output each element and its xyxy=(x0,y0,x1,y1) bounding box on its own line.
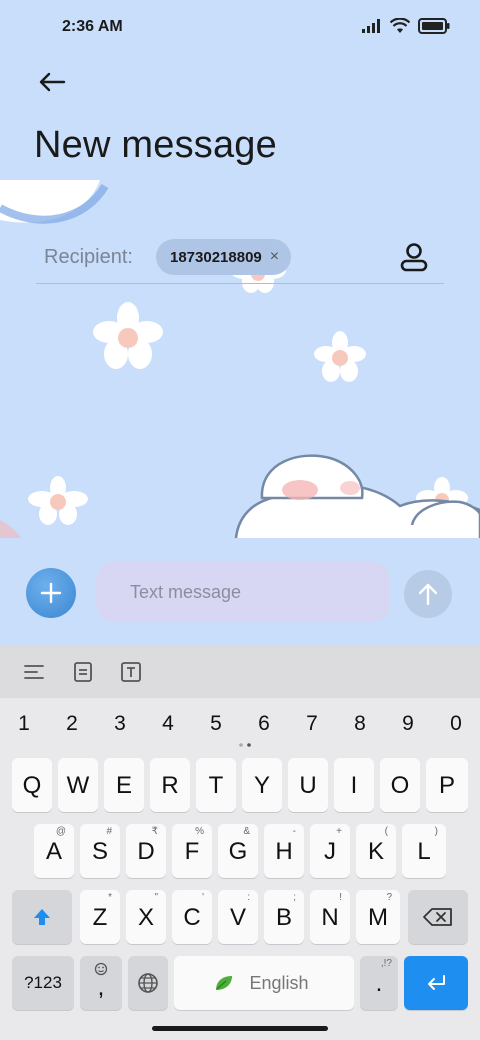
shift-arrow-icon xyxy=(34,909,50,925)
key-y[interactable]: Y xyxy=(242,758,282,812)
enter-key[interactable] xyxy=(404,956,468,1010)
text-format-button[interactable] xyxy=(117,658,145,686)
signal-icon xyxy=(362,19,380,33)
key-p[interactable]: P xyxy=(426,758,468,812)
keyboard: 1 2 3 4 5 6 7 8 9 0 Q W E R T Y U I O P … xyxy=(0,646,480,1040)
key-9[interactable]: 9 xyxy=(388,704,428,744)
recipient-row: Recipient: 18730218809 × xyxy=(36,236,444,284)
arrow-up-icon xyxy=(418,583,438,606)
key-r[interactable]: R xyxy=(150,758,190,812)
page-indicator-dots xyxy=(239,743,251,747)
spacebar[interactable]: English xyxy=(174,956,354,1010)
recipient-chip-number: 18730218809 xyxy=(170,248,262,266)
keyboard-toolbar xyxy=(0,646,480,698)
key-u[interactable]: U xyxy=(288,758,328,812)
send-button[interactable] xyxy=(404,570,452,618)
key-i[interactable]: I xyxy=(334,758,374,812)
text-box-icon xyxy=(121,662,141,682)
key-6[interactable]: 6 xyxy=(244,704,284,744)
key-t[interactable]: T xyxy=(196,758,236,812)
key-q[interactable]: Q xyxy=(12,758,52,812)
key-x[interactable]: " X xyxy=(126,890,166,944)
key-k[interactable]: (K xyxy=(356,824,396,878)
compose-bar xyxy=(0,538,480,646)
key-s[interactable]: # S xyxy=(80,824,120,878)
key-g[interactable]: & G xyxy=(218,824,258,878)
chip-remove-icon[interactable]: × xyxy=(270,248,279,266)
key-1[interactable]: 1 xyxy=(4,704,44,744)
plus-icon xyxy=(40,582,62,604)
emoji-comma-key[interactable]: , xyxy=(80,956,122,1010)
recipient-label: Recipient: xyxy=(44,246,133,268)
battery-icon xyxy=(418,18,450,34)
add-contact-button[interactable] xyxy=(398,241,430,273)
key-z[interactable]: * Z xyxy=(80,890,120,944)
flower xyxy=(93,302,163,369)
home-indicator[interactable] xyxy=(152,1026,328,1031)
key-8[interactable]: 8 xyxy=(340,704,380,744)
number-row: 1 2 3 4 5 6 7 8 9 0 xyxy=(0,704,480,744)
add-attachment-button[interactable] xyxy=(26,568,76,618)
key-3[interactable]: 3 xyxy=(100,704,140,744)
key-o[interactable]: O xyxy=(380,758,420,812)
key-2[interactable]: 2 xyxy=(52,704,92,744)
symbols-key[interactable]: ?123 xyxy=(12,956,74,1010)
backspace-key[interactable] xyxy=(408,890,468,944)
backspace-icon xyxy=(423,908,452,926)
key-w[interactable]: W xyxy=(58,758,98,812)
page-title: New message xyxy=(34,124,277,166)
key-4[interactable]: 4 xyxy=(148,704,188,744)
key-b[interactable]: ; B xyxy=(264,890,304,944)
key-f[interactable]: % F xyxy=(172,824,212,878)
back-button[interactable] xyxy=(32,62,72,102)
enter-arrow-icon xyxy=(428,975,445,990)
status-icons xyxy=(362,18,450,34)
message-input[interactable] xyxy=(96,562,390,622)
shift-key[interactable] xyxy=(12,890,72,944)
key-v[interactable]: :V xyxy=(218,890,258,944)
wallpaper-illustration xyxy=(0,180,480,540)
text-align-button[interactable] xyxy=(20,658,48,686)
key-0[interactable]: 0 xyxy=(436,704,476,744)
key-7[interactable]: 7 xyxy=(292,704,332,744)
key-l[interactable]: ) L xyxy=(402,824,446,878)
status-bar: 2:36 AM xyxy=(0,0,480,56)
align-left-icon xyxy=(24,665,44,679)
status-time: 2:36 AM xyxy=(62,18,123,35)
key-a[interactable]: @ A xyxy=(34,824,74,878)
key-c[interactable]: ' C xyxy=(172,890,212,944)
arrow-left-icon xyxy=(39,72,66,92)
key-h[interactable]: -H xyxy=(264,824,304,878)
key-n[interactable]: ! N xyxy=(310,890,350,944)
key-5[interactable]: 5 xyxy=(196,704,236,744)
key-j[interactable]: + J xyxy=(310,824,350,878)
key-e[interactable]: E xyxy=(104,758,144,812)
key-d[interactable]: ₹ D xyxy=(126,824,166,878)
recipient-chip[interactable]: 18730218809 × xyxy=(156,239,292,275)
period-key[interactable]: ,!? . xyxy=(360,956,398,1010)
wifi-icon xyxy=(390,18,410,33)
person-icon xyxy=(400,243,428,272)
clipboard-icon xyxy=(74,662,92,682)
language-key[interactable] xyxy=(128,956,168,1010)
key-m[interactable]: ? M xyxy=(356,890,400,944)
globe-icon xyxy=(138,973,158,993)
clipboard-button[interactable] xyxy=(69,658,97,686)
